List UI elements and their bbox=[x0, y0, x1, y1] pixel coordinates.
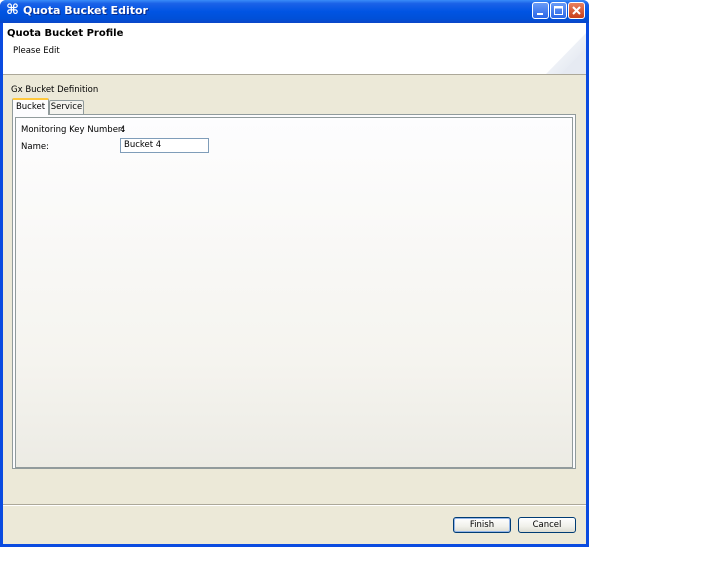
window-title: Quota Bucket Editor bbox=[23, 4, 148, 17]
minimize-icon bbox=[537, 13, 543, 15]
page-title: Quota Bucket Profile bbox=[7, 28, 124, 39]
button-bar-separator bbox=[3, 504, 586, 506]
bucket-form-panel: Monitoring Key Number: 4 Name: Bucket 4 bbox=[15, 117, 573, 468]
name-field[interactable]: Bucket 4 bbox=[120, 138, 209, 153]
title-bar[interactable]: ⌘ Quota Bucket Editor bbox=[0, 0, 589, 23]
tab-bucket[interactable]: Bucket bbox=[12, 98, 49, 115]
maximize-button[interactable] bbox=[550, 2, 567, 19]
monitoring-key-value: 4 bbox=[120, 125, 126, 135]
group-label: Gx Bucket Definition bbox=[11, 85, 99, 95]
finish-button[interactable]: Finish bbox=[453, 517, 511, 533]
header-decoration bbox=[546, 33, 586, 74]
cancel-button[interactable]: Cancel bbox=[518, 517, 576, 533]
monitoring-key-label: Monitoring Key Number: bbox=[21, 125, 125, 135]
close-icon bbox=[572, 6, 581, 15]
wizard-header: Quota Bucket Profile Please Edit bbox=[3, 23, 586, 75]
dialog-client-area: Quota Bucket Profile Please Edit Gx Buck… bbox=[3, 23, 586, 544]
dialog-window: ⌘ Quota Bucket Editor Quota Bucket Profi… bbox=[0, 0, 589, 547]
name-label: Name: bbox=[21, 142, 49, 152]
close-button[interactable] bbox=[568, 2, 585, 19]
tab-service[interactable]: Service bbox=[49, 100, 84, 114]
maximize-icon bbox=[554, 6, 563, 15]
page-subtitle: Please Edit bbox=[13, 46, 60, 56]
app-icon: ⌘ bbox=[6, 2, 19, 18]
minimize-button[interactable] bbox=[532, 2, 549, 19]
tab-panel: Monitoring Key Number: 4 Name: Bucket 4 bbox=[12, 114, 576, 469]
